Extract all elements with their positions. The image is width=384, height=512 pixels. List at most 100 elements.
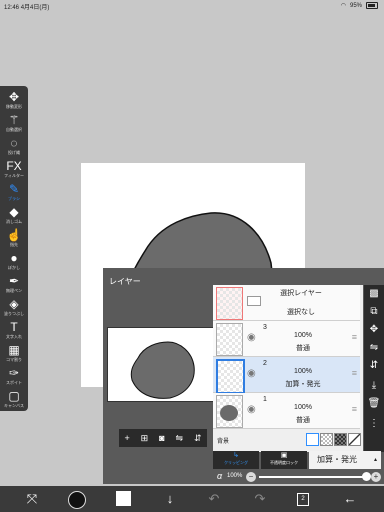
tool-label: 消しゴム: [6, 219, 22, 224]
layer-number: 1: [263, 396, 267, 403]
tool-label: 自動選択: [6, 127, 22, 132]
opacity-lock-label: 不透明度ロック: [270, 460, 298, 465]
flip-horizontal-icon[interactable]: ⇋: [175, 433, 183, 444]
layer-blend-mode: 普通: [296, 345, 310, 352]
secondary-color-button[interactable]: [116, 491, 131, 506]
tool-magic-wand[interactable]: ⚚ 自動選択: [0, 113, 28, 137]
tool-label: キャンバス: [4, 403, 24, 408]
checker-grid-icon[interactable]: ▩: [364, 285, 384, 303]
drag-handle-icon[interactable]: ≡: [352, 404, 357, 414]
tool-eyedropper[interactable]: ✑ スポイト: [0, 366, 28, 390]
tool-label: スポイト: [6, 380, 22, 385]
lasso-icon: ◌: [10, 136, 18, 150]
background-label: 背景: [217, 439, 230, 445]
lock-icon: ▣: [280, 452, 288, 459]
alpha-decrease-button[interactable]: −: [246, 472, 256, 482]
more-options-icon[interactable]: ⋮: [364, 415, 384, 433]
canvas-icon: ▢: [8, 389, 20, 403]
trash-icon[interactable]: 🗑: [364, 395, 384, 413]
selection-layer-row[interactable]: 選択レイヤー 選択なし: [213, 285, 360, 321]
camera-icon[interactable]: ◙: [159, 433, 164, 443]
battery-percent: 95%: [349, 2, 362, 9]
layer-opacity: 100%: [294, 368, 312, 375]
blur-icon: ●: [10, 251, 18, 265]
drag-handle-icon[interactable]: ≡: [352, 332, 357, 342]
tool-move[interactable]: ✥ 移動変形: [0, 90, 28, 114]
color-picker-button[interactable]: [68, 491, 86, 509]
eye-icon[interactable]: ◉: [247, 404, 256, 415]
alpha-row: α 100% − +: [213, 471, 384, 484]
tool-canvas[interactable]: ▢ キャンバス: [0, 389, 28, 413]
move-layer-icon[interactable]: ✥: [364, 321, 384, 339]
tool-filter[interactable]: FX フィルター: [0, 159, 28, 183]
tool-correction-pen[interactable]: ✒ 無理ペン: [0, 274, 28, 298]
opacity-lock-button[interactable]: ▣ 不透明度ロック: [261, 451, 307, 469]
layer-thumbnail: [216, 395, 243, 428]
tool-label: 塗りつぶし: [3, 311, 25, 316]
eyedropper-icon: ✑: [8, 366, 20, 380]
brush-icon: ✎: [8, 182, 20, 196]
redo-icon[interactable]: ↷: [248, 486, 272, 512]
add-layer-icon[interactable]: +: [124, 433, 129, 443]
merge-down-icon[interactable]: ⤓: [364, 377, 384, 395]
layer-number: 3: [263, 324, 267, 331]
tool-brush[interactable]: ✎ ブラシ: [0, 182, 28, 206]
fill-icon: ◈: [9, 297, 19, 311]
text-icon: T: [10, 320, 18, 334]
tool-label: ブラシ: [8, 196, 20, 201]
download-arrow-icon[interactable]: ↓: [158, 486, 182, 512]
layer-thumbnail: [216, 359, 245, 394]
layer-number: 2: [263, 360, 267, 367]
drag-handle-icon[interactable]: ≡: [352, 368, 357, 378]
blend-mode-select[interactable]: 加算・発光 ▴: [309, 451, 381, 469]
eye-icon[interactable]: ◉: [247, 332, 256, 343]
frame-divider-icon: ▦: [8, 343, 20, 357]
blend-mode-value: 加算・発光: [317, 455, 357, 464]
tool-text[interactable]: T 文字入れ: [0, 320, 28, 344]
correction-pen-icon: ✒: [8, 274, 20, 288]
layer-row[interactable]: ◉ 3 100% 普通 ≡: [213, 321, 360, 357]
layer-panel: レイヤー + ⊞ ◙ ⇋ ⇵ 選択レイヤー 選択なし ◉ 3 100% 普通 ≡…: [103, 268, 384, 484]
tool-blur[interactable]: ● ぼかし: [0, 251, 28, 275]
layer-row[interactable]: ◉ 1 100% 普通 ≡: [213, 393, 360, 429]
tool-lasso[interactable]: ◌ 投げ縄: [0, 136, 28, 160]
tool-smudge[interactable]: ☝ 指先: [0, 228, 28, 252]
flip-vertical-icon[interactable]: ⇵: [194, 433, 202, 444]
clipping-button[interactable]: ↳ クリッピング: [213, 451, 259, 469]
background-checker-swatch[interactable]: [320, 433, 333, 446]
page-count-badge[interactable]: 2: [297, 493, 309, 506]
undo-icon[interactable]: ↶: [202, 486, 226, 512]
status-bar: 12:46 4月4日(月) ◠ 95%: [0, 0, 384, 12]
flip-layer-icon[interactable]: ⇋: [364, 339, 384, 357]
rotate-layer-icon[interactable]: ⇵: [364, 357, 384, 375]
transform-icon[interactable]: ⤧: [20, 486, 44, 512]
background-white-swatch[interactable]: [306, 433, 319, 446]
layer-preview: [107, 327, 217, 402]
tool-label: 文字入れ: [6, 334, 22, 339]
merge-layer-icon[interactable]: ⧉: [364, 303, 384, 321]
alpha-slider-knob[interactable]: [362, 472, 371, 481]
background-dark-checker-swatch[interactable]: [334, 433, 347, 446]
tool-label: 投げ縄: [8, 150, 20, 155]
tool-label: 移動変形: [6, 104, 22, 109]
eye-icon[interactable]: ◉: [247, 368, 256, 379]
tool-fill[interactable]: ◈ 塗りつぶし: [0, 297, 28, 321]
tool-label: フィルター: [4, 173, 24, 178]
background-none-swatch[interactable]: [348, 433, 361, 446]
add-layer-square-icon[interactable]: ⊞: [141, 433, 149, 444]
tool-eraser[interactable]: ◆ 消しゴム: [0, 205, 28, 229]
layer-options-row: ↳ クリッピング ▣ 不透明度ロック 加算・発光 ▴: [213, 451, 384, 469]
back-arrow-icon[interactable]: ←: [338, 486, 362, 512]
background-row: 背景: [213, 431, 363, 447]
alpha-increase-button[interactable]: +: [371, 472, 381, 482]
layer-blend-mode: 加算・発光: [285, 381, 321, 388]
tool-frame-divider[interactable]: ▦ コマ割り: [0, 343, 28, 367]
layer-row-selected[interactable]: ◉ 2 100% 加算・発光 ≡: [213, 357, 360, 394]
eraser-icon: ◆: [9, 205, 19, 219]
status-date: 4月4日(月): [20, 5, 50, 11]
status-time: 12:46: [4, 5, 20, 11]
tool-label: ぼかし: [8, 265, 20, 270]
alpha-slider[interactable]: [259, 472, 371, 481]
magic-wand-icon: ⚚: [8, 113, 20, 127]
selection-layer-status: 選択なし: [287, 309, 315, 316]
